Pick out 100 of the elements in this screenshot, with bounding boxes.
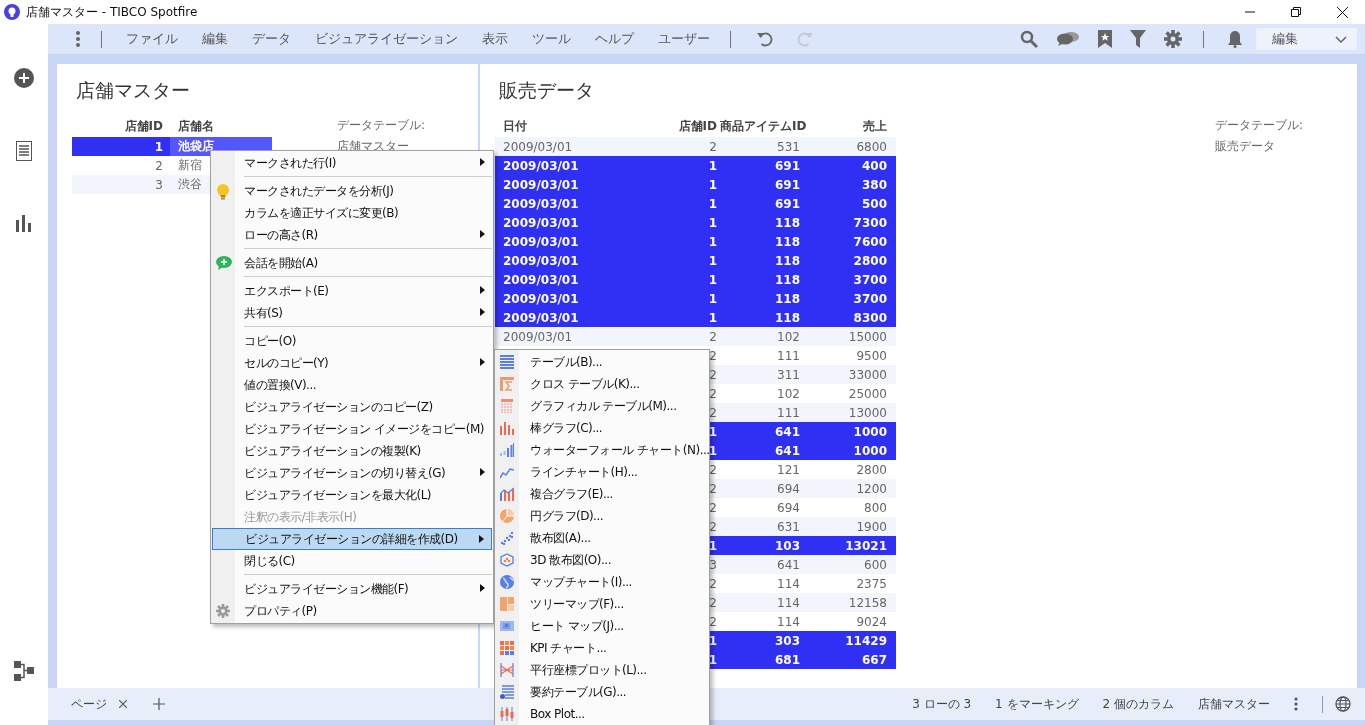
parallel-coordinates-icon [500,663,514,677]
menu-item[interactable]: 共有(S) [212,302,492,324]
menu-item[interactable]: 平行座標プロット(L)... [496,659,708,681]
restore-icon[interactable] [1291,7,1301,17]
chevron-down-icon [1335,35,1347,43]
menu-item[interactable]: ビジュアライゼーションのコピー(Z) [212,396,492,418]
filter-icon[interactable] [1130,30,1146,48]
menu-item[interactable]: ヒート マップ(J)... [496,615,708,637]
menu-item[interactable]: ツール [524,30,579,48]
menu-item[interactable]: ヘルプ [587,30,642,48]
table-cell: 2009/03/01 [503,291,579,306]
table-cell: 1 [708,424,717,439]
menu-item[interactable]: 要約テーブル(G)... [496,681,708,703]
column-header[interactable]: 店舗ID [72,118,170,135]
table-cell: 1200 [856,481,887,496]
menu-item[interactable]: テーブル(B)... [496,351,708,373]
column-header[interactable]: 店舗名 [170,118,272,135]
menu-item[interactable]: クロス テーブル(K)... [496,373,708,395]
table-cell: 11429 [845,633,887,648]
notification-icon[interactable] [1227,30,1243,48]
menu-item[interactable]: グラフィカル テーブル(M)... [496,395,708,417]
table-cell: 691 [774,177,800,192]
menu-item[interactable]: セルのコピー(Y) [212,352,492,374]
table-cell: 3700 [853,291,887,306]
column-header[interactable]: 店舗ID [641,118,720,135]
menu-item[interactable]: 散布図(A)... [496,527,708,549]
menu-item[interactable]: Box Plot... [496,703,708,725]
table-cell: 2009/03/01 [503,329,573,344]
menu-item[interactable]: 3D 散布図(O)... [496,549,708,571]
table-cell: 531 [777,139,800,154]
list-icon[interactable] [16,141,32,161]
menu-item[interactable]: ラインチャート(H)... [496,461,708,483]
menu-item[interactable]: 表示 [474,30,516,48]
menu-item[interactable]: ビジュアライゼーション イメージをコピー(M) [212,418,492,440]
table-cell: 2 [709,462,717,477]
add-icon[interactable] [14,68,34,88]
more-icon[interactable] [1294,697,1298,711]
close-icon[interactable] [1336,6,1348,18]
menu-item[interactable]: ツリーマップ(F)... [496,593,708,615]
table-cell: 121 [777,462,800,477]
menu-item[interactable]: ビジュアライゼーション機能(F) [212,578,492,600]
column-header[interactable]: 日付 [495,118,641,135]
globe-icon[interactable] [1335,696,1351,712]
undo-icon[interactable] [756,30,774,48]
menu-item[interactable]: ローの高さ(R) [212,224,492,246]
submenu-arrow-icon [480,358,485,366]
table-cell: 600 [864,557,887,572]
table-cell: 118 [774,310,800,325]
table-cell: 1000 [853,424,887,439]
close-icon[interactable] [119,700,127,708]
table-cell: 111 [777,405,800,420]
bookmark-icon[interactable] [1098,30,1112,48]
menu-item[interactable]: エクスポート(E) [212,280,492,302]
menu-item[interactable]: 値の置換(V)... [212,374,492,396]
search-icon[interactable] [1020,30,1038,48]
column-header[interactable]: 商品アイテムID [720,118,804,135]
menu-item[interactable]: ビジュアライゼーションの詳細を作成(D) [212,528,492,550]
table-cell: 2800 [856,462,887,477]
table-cell: 118 [774,272,800,287]
table-cell: 691 [774,196,800,211]
menu-item[interactable]: ユーザー [650,30,718,48]
table-cell: 118 [774,253,800,268]
menu-item[interactable]: プロパティ(P) [212,600,492,622]
menu-item[interactable]: KPI チャート... [496,637,708,659]
add-page-icon[interactable] [153,698,165,710]
table-cell: 631 [777,519,800,534]
submenu-arrow-icon [480,158,485,166]
page-tab[interactable]: ページ [71,695,107,713]
menu-item[interactable]: ビジュアライゼーション [307,30,466,48]
heat-map-icon [500,619,514,633]
bar-chart-icon [500,421,514,435]
menu-item[interactable]: 複合グラフ(E)... [496,483,708,505]
table-cell: 13000 [848,405,887,420]
menu-item[interactable]: コピー(O) [212,330,492,352]
menu-item[interactable]: 円グラフ(D)... [496,505,708,527]
menu-item[interactable]: カラムを適正サイズに変更(B) [212,202,492,224]
table-cell: 2 [709,576,717,591]
table-cell: 2 [709,614,717,629]
menu-item[interactable]: マップチャート(I)... [496,571,708,593]
menu-item[interactable]: 閉じる(C) [212,550,492,572]
menu-item[interactable]: データ [244,30,299,48]
flow-icon[interactable] [14,661,34,681]
menu-item[interactable]: ビジュアライゼーションの複製(K) [212,440,492,462]
settings-icon[interactable] [1164,30,1182,48]
table-cell: 2009/03/01 [503,234,579,249]
table-cell: 25000 [848,386,887,401]
mode-dropdown[interactable]: 編集 [1256,28,1357,50]
treemap-icon [500,597,514,611]
menu-item[interactable]: 会話を開始(A) [212,252,492,274]
more-icon[interactable] [76,31,80,47]
table-row[interactable]: 1 池袋店 [72,137,272,156]
table-cell: 641 [774,424,800,439]
menu-item[interactable]: ビジュアライゼーションを最大化(L) [212,484,492,506]
bar-chart-icon[interactable] [15,214,33,232]
chat-icon[interactable] [1056,31,1080,47]
menu-item[interactable]: 棒グラフ(C)... [496,417,708,439]
menu-item[interactable]: 編集 [194,30,236,48]
menu-item[interactable]: ファイル [118,30,186,48]
menu-item[interactable]: ウォーターフォール チャート(N)... [496,439,708,461]
menu-item[interactable]: ビジュアライゼーションの切り替え(G) [212,462,492,484]
